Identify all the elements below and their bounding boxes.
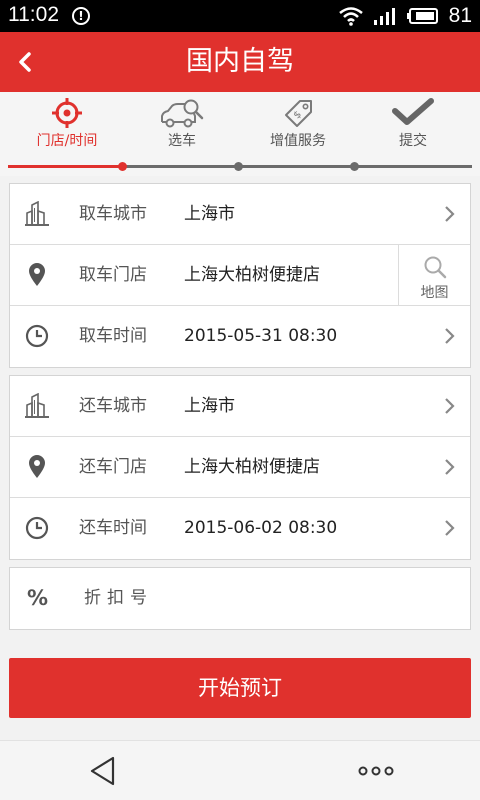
battery-icon	[406, 8, 438, 24]
target-icon	[52, 98, 82, 128]
progress-fill	[8, 165, 122, 168]
clock-icon	[25, 324, 49, 348]
battery-level: 81	[448, 4, 472, 27]
back-arrow-icon[interactable]	[10, 44, 46, 80]
return-store-value: 上海大柏树便捷店	[184, 457, 320, 477]
pickup-store-row[interactable]: 取车门店 上海大柏树便捷店 地图	[10, 245, 470, 306]
return-card: 还车城市 上海市 还车门店 上海大柏树便捷店 还车时间 2015-06-02 0…	[9, 375, 471, 560]
pickup-card: 取车城市 上海市 取车门店 上海大柏树便捷店 地图 取车时间 2015-05-3…	[9, 183, 471, 368]
percent-icon: %	[27, 586, 49, 610]
wifi-icon	[338, 7, 363, 26]
start-booking-button[interactable]: 开始预订	[9, 658, 471, 718]
clock-icon	[25, 516, 49, 540]
discount-card: % 折扣号	[9, 567, 471, 630]
price-tag-icon: $	[285, 100, 312, 127]
discount-input[interactable]: 折扣号	[84, 568, 153, 628]
progress-dot	[118, 162, 127, 171]
discount-row[interactable]: % 折扣号	[10, 568, 470, 629]
signal-icon	[373, 8, 395, 25]
return-time-row[interactable]: 还车时间 2015-06-02 08:30	[10, 498, 470, 559]
location-pin-icon	[29, 263, 45, 286]
city-buildings-icon	[25, 393, 49, 418]
pickup-time-row[interactable]: 取车时间 2015-05-31 08:30	[10, 306, 470, 367]
chevron-right-icon	[445, 206, 455, 222]
system-nav-bar	[0, 740, 480, 800]
step-label: 选车	[168, 133, 196, 149]
app-header: 国内自驾	[0, 32, 480, 92]
pickup-time-label: 取车时间	[79, 326, 147, 346]
chevron-right-icon	[445, 520, 455, 536]
checkmark-icon	[392, 98, 434, 125]
pickup-store-value: 上海大柏树便捷店	[184, 265, 320, 285]
return-city-label: 还车城市	[79, 396, 147, 416]
search-icon	[424, 256, 446, 279]
page-title: 国内自驾	[186, 46, 294, 77]
chevron-right-icon	[445, 328, 455, 344]
pickup-city-row[interactable]: 取车城市 上海市	[10, 184, 470, 245]
return-store-row[interactable]: 还车门店 上海大柏树便捷店	[10, 437, 470, 498]
status-indicators: 81	[338, 3, 472, 29]
progress-track	[8, 162, 472, 171]
more-dots-icon[interactable]	[358, 766, 394, 776]
booking-steps: 门店/时间 选车 $ 增值服务 提交	[0, 92, 480, 176]
chevron-right-icon	[445, 398, 455, 414]
status-time: 11:02	[8, 3, 59, 26]
return-time-label: 还车时间	[79, 518, 147, 538]
car-search-icon	[161, 99, 204, 128]
pickup-map-button[interactable]: 地图	[398, 245, 470, 305]
pickup-store-label: 取车门店	[79, 265, 147, 285]
progress-dot	[234, 162, 243, 171]
progress-dot	[350, 162, 359, 171]
map-label: 地图	[420, 285, 449, 301]
alert-icon: !	[72, 7, 90, 25]
return-time-value: 2015-06-02 08:30	[184, 518, 338, 538]
pickup-city-value: 上海市	[184, 204, 235, 224]
step-select-car[interactable]: 选车	[127, 98, 237, 150]
step-value-added[interactable]: $ 增值服务	[243, 98, 353, 150]
step-label: 提交	[399, 133, 427, 149]
step-label: 门店/时间	[36, 133, 98, 149]
status-bar: 11:02 ! 81	[0, 0, 480, 32]
pickup-time-value: 2015-05-31 08:30	[184, 326, 338, 346]
step-store-time[interactable]: 门店/时间	[12, 98, 122, 150]
step-submit[interactable]: 提交	[358, 98, 468, 150]
location-pin-icon	[29, 455, 45, 478]
return-city-value: 上海市	[184, 396, 235, 416]
return-city-row[interactable]: 还车城市 上海市	[10, 376, 470, 437]
step-label: 增值服务	[270, 133, 326, 149]
return-store-label: 还车门店	[79, 457, 147, 477]
city-buildings-icon	[25, 201, 49, 226]
nav-back-icon[interactable]	[88, 755, 118, 787]
chevron-right-icon	[445, 459, 455, 475]
pickup-city-label: 取车城市	[79, 204, 147, 224]
